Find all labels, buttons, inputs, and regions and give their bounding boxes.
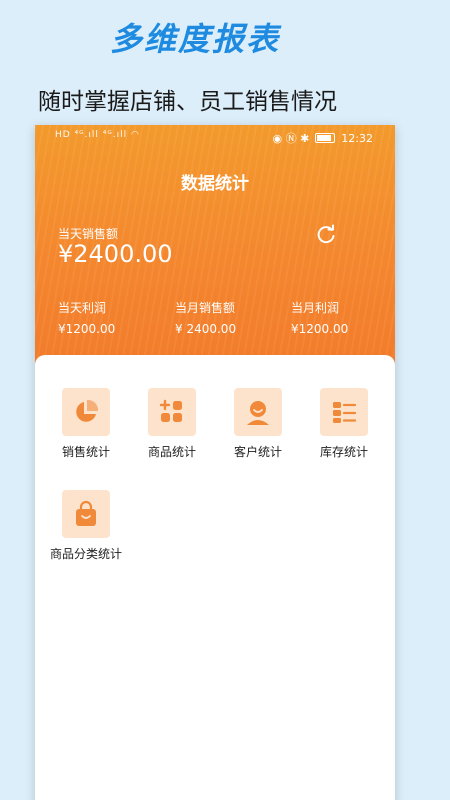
tile-label: 客户统计: [233, 445, 282, 459]
today-sales-value: ¥2400.00: [58, 240, 173, 268]
promo-subtitle: 随时掌握店铺、员工销售情况: [38, 89, 337, 115]
phone-screen: HD ⁴ᴳ.ıll ⁴ᴳ.ıll ◠ ◉ Ⓝ ✱ 12:32 数据统计 当天销售…: [35, 125, 395, 800]
pie-chart-icon: [62, 388, 110, 436]
tile-label: 销售统计: [61, 445, 110, 459]
tile-product-stats[interactable]: 商品统计: [129, 388, 215, 460]
list-icon: [320, 388, 368, 436]
tile-inventory-stats[interactable]: 库存统计: [301, 388, 387, 460]
stat-label: 当天利润: [58, 301, 107, 315]
user-icon: [234, 388, 282, 436]
stat-label: 当月利润: [291, 301, 340, 315]
tile-label: 商品统计: [147, 445, 196, 459]
tile-label: 商品分类统计: [49, 547, 122, 561]
stat-month-sales: 当月销售额 ¥ 2400.00: [175, 299, 236, 336]
status-icons: ◉ Ⓝ ✱: [272, 132, 310, 145]
stat-value: ¥1200.00: [58, 322, 116, 336]
status-bar: HD ⁴ᴳ.ıll ⁴ᴳ.ıll ◠ ◉ Ⓝ ✱ 12:32: [35, 125, 395, 149]
header-banner: HD ⁴ᴳ.ıll ⁴ᴳ.ıll ◠ ◉ Ⓝ ✱ 12:32 数据统计 当天销售…: [35, 125, 395, 375]
page-title: 数据统计: [181, 174, 249, 194]
signal-indicators: HD ⁴ᴳ.ıll ⁴ᴳ.ıll ◠: [55, 130, 140, 140]
stat-value: ¥ 2400.00: [175, 322, 237, 336]
tile-sales-stats[interactable]: 销售统计: [43, 388, 129, 460]
promo-title: 多维度报表: [109, 20, 280, 58]
status-time: 12:32: [341, 131, 373, 145]
tile-customer-stats[interactable]: 客户统计: [215, 388, 301, 460]
stat-label: 当月销售额: [175, 301, 236, 315]
battery-icon: [315, 133, 336, 143]
stat-month-profit: 当月利润 ¥1200.00: [291, 299, 348, 336]
stat-today-profit: 当天利润 ¥1200.00: [58, 299, 115, 336]
stat-value: ¥1200.00: [291, 322, 349, 336]
shopping-bag-icon: [62, 490, 110, 538]
menu-panel: 销售统计 商品统计 客户统计 库存统计 商品分类统计: [35, 355, 395, 800]
tile-category-stats[interactable]: 商品分类统计: [43, 490, 129, 562]
tile-label: 库存统计: [319, 445, 368, 459]
refresh-icon[interactable]: [315, 224, 337, 246]
grid-add-icon: [148, 388, 196, 436]
